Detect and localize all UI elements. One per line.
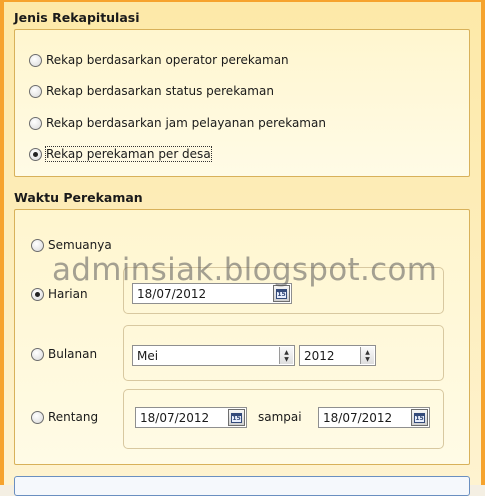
radio-harian[interactable] — [31, 287, 44, 301]
option-per-desa[interactable]: Rekap perekaman per desa — [29, 146, 212, 162]
option-semuanya-label: Semuanya — [48, 238, 112, 252]
option-status[interactable]: Rekap berdasarkan status perekaman — [29, 84, 274, 98]
waktu-perekaman-group: Semuanya Harian 18/07/2012 15 Bulanan Me… — [14, 209, 470, 465]
rentang-from-calendar-button[interactable]: 15 — [228, 409, 245, 426]
radio-status[interactable] — [29, 84, 42, 98]
radio-semuanya[interactable] — [31, 238, 44, 252]
option-rentang-label: Rentang — [48, 410, 99, 424]
waktu-perekaman-title: Waktu Perekaman — [14, 190, 143, 205]
year-spinner-icon[interactable]: ▲ ▼ — [360, 347, 374, 364]
rentang-from-value: 18/07/2012 — [140, 410, 210, 425]
option-bulanan-label: Bulanan — [48, 347, 98, 361]
option-jam-pelayanan[interactable]: Rekap berdasarkan jam pelayanan perekama… — [29, 116, 326, 130]
bulanan-year-select[interactable]: 2012 ▲ ▼ — [299, 345, 376, 366]
option-jam-pelayanan-label: Rekap berdasarkan jam pelayanan perekama… — [46, 116, 326, 130]
option-harian-label: Harian — [48, 287, 88, 301]
bulanan-month-select[interactable]: Mei ▲ ▼ — [132, 345, 295, 366]
jenis-rekapitulasi-group: Rekap berdasarkan operator perekaman Rek… — [14, 29, 470, 177]
sampai-label: sampai — [258, 410, 302, 424]
radio-per-desa[interactable] — [29, 147, 42, 161]
option-per-desa-label: Rekap perekaman per desa — [45, 146, 212, 162]
bulanan-year-value: 2012 — [304, 348, 335, 363]
bulanan-month-value: Mei — [137, 348, 159, 363]
calendar-icon: 15 — [276, 288, 287, 299]
option-status-label: Rekap berdasarkan status perekaman — [46, 84, 274, 98]
calendar-icon: 15 — [231, 412, 242, 423]
calendar-icon: 15 — [414, 412, 425, 423]
option-operator-label: Rekap berdasarkan operator perekaman — [46, 53, 289, 67]
rentang-to-calendar-button[interactable]: 15 — [411, 409, 428, 426]
radio-operator[interactable] — [29, 53, 42, 67]
month-spinner-icon[interactable]: ▲ ▼ — [279, 347, 293, 364]
radio-bulanan[interactable] — [31, 347, 44, 361]
option-harian[interactable]: Harian — [31, 287, 88, 301]
rentang-to-field[interactable]: 18/07/2012 15 — [318, 407, 430, 428]
option-bulanan[interactable]: Bulanan — [31, 347, 97, 361]
rentang-to-value: 18/07/2012 — [323, 410, 393, 425]
rentang-from-field[interactable]: 18/07/2012 15 — [135, 407, 247, 428]
watermark-text: adminsiak.blogspot.com — [52, 252, 438, 288]
option-rentang[interactable]: Rentang — [31, 410, 98, 424]
jenis-rekapitulasi-title: Jenis Rekapitulasi — [14, 10, 140, 25]
option-operator[interactable]: Rekap berdasarkan operator perekaman — [29, 53, 289, 67]
option-semuanya[interactable]: Semuanya — [31, 238, 112, 252]
radio-rentang[interactable] — [31, 410, 44, 424]
bottom-panel — [14, 476, 470, 496]
radio-jam-pelayanan[interactable] — [29, 116, 42, 130]
harian-date-value: 18/07/2012 — [137, 286, 207, 301]
